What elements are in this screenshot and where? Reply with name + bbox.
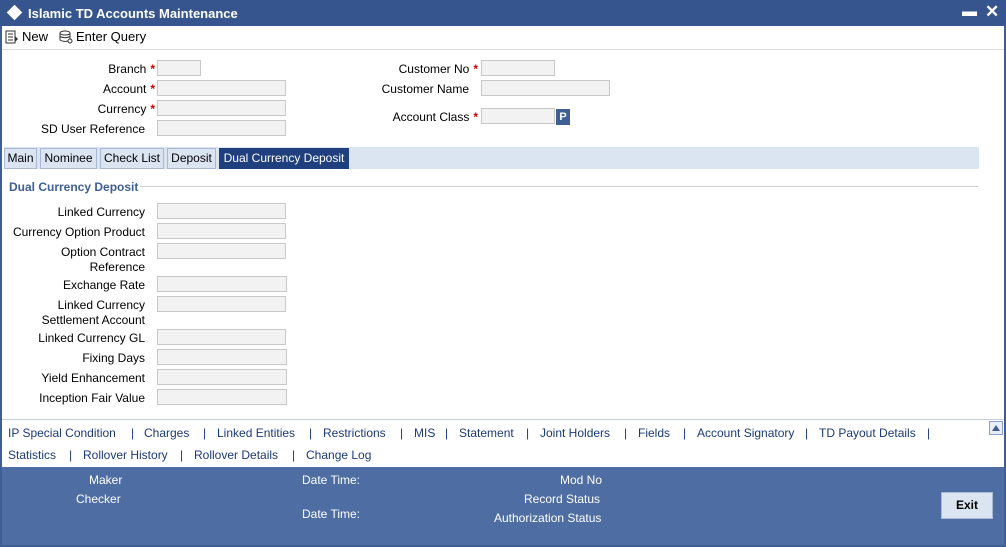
yield-enhancement-label: Yield Enhancement <box>41 371 145 385</box>
link-separator: | <box>624 426 628 440</box>
option-contract-reference-input[interactable] <box>157 243 286 259</box>
maker-label: Maker <box>89 473 123 487</box>
maker-date-time-label: Date Time: <box>302 473 361 487</box>
link-separator: | <box>309 426 313 440</box>
link-separator: | <box>180 448 184 462</box>
link-separator: | <box>805 426 809 440</box>
link-joint-holders[interactable]: Joint Holders <box>540 426 610 440</box>
account-label: Account * <box>102 82 155 96</box>
link-separator: | <box>927 426 931 440</box>
customer-name-input[interactable] <box>481 80 610 96</box>
tab-deposit[interactable]: Deposit <box>167 148 216 169</box>
tab-main[interactable]: Main <box>4 148 37 169</box>
branch-label: Branch * <box>108 62 155 76</box>
new-button[interactable]: New <box>5 29 48 44</box>
audit-footer: Maker Checker Date Time: Date Time: Mod … <box>2 467 1004 545</box>
link-change-log[interactable]: Change Log <box>306 448 371 462</box>
close-icon[interactable]: ✕ <box>985 2 999 22</box>
account-class-input[interactable] <box>481 108 555 124</box>
linked-currency-gl-label: Linked Currency GL <box>38 331 145 345</box>
link-account-signatory[interactable]: Account Signatory <box>697 426 794 440</box>
tab-dual-currency-deposit[interactable]: Dual Currency Deposit <box>219 148 349 169</box>
link-statistics[interactable]: Statistics <box>8 448 56 462</box>
new-label: New <box>22 29 49 44</box>
linked-currency-settlement-account-label: Linked Currency Settlement Account <box>41 298 145 327</box>
exchange-rate-label: Exchange Rate <box>62 278 145 292</box>
new-document-icon <box>5 30 18 43</box>
tab-check-list[interactable]: Check List <box>100 148 164 169</box>
account-input[interactable] <box>157 80 286 96</box>
sd-user-reference-label: SD User Reference <box>40 122 145 136</box>
app-diamond-icon <box>6 4 23 21</box>
enter-query-label: Enter Query <box>76 29 147 44</box>
link-separator: | <box>400 426 404 440</box>
link-rollover-history[interactable]: Rollover History <box>83 448 168 462</box>
window-title: Islamic TD Accounts Maintenance <box>28 6 238 21</box>
account-class-lov-button[interactable]: P <box>556 109 570 125</box>
link-linked-entities[interactable]: Linked Entities <box>217 426 295 440</box>
link-separator: | <box>203 426 207 440</box>
link-separator: | <box>526 426 530 440</box>
currency-label: Currency * <box>97 102 155 116</box>
link-separator: | <box>683 426 687 440</box>
link-restrictions[interactable]: Restrictions <box>323 426 386 440</box>
currency-input[interactable] <box>157 100 286 116</box>
mod-no-label: Mod No <box>560 473 603 487</box>
exit-button[interactable]: Exit <box>941 492 993 519</box>
link-statement[interactable]: Statement <box>459 426 514 440</box>
customer-no-label: Customer No * <box>398 62 478 76</box>
yield-enhancement-input[interactable] <box>157 369 287 385</box>
account-class-label: Account Class * <box>392 110 478 124</box>
option-contract-reference-label: Option Contract Reference <box>60 245 145 274</box>
linked-currency-label: Linked Currency <box>57 205 145 219</box>
section-title: Dual Currency Deposit <box>9 180 139 194</box>
linked-currency-settlement-account-input[interactable] <box>157 296 286 312</box>
query-icon <box>59 30 73 43</box>
currency-option-product-input[interactable] <box>157 223 286 239</box>
link-ip-special-condition[interactable]: IP Special Condition <box>8 426 116 440</box>
sd-user-reference-input[interactable] <box>157 120 286 136</box>
currency-option-product-label: Currency Option Product <box>12 225 145 239</box>
link-fields[interactable]: Fields <box>638 426 670 440</box>
section-divider <box>140 186 978 187</box>
link-separator: | <box>445 426 449 440</box>
fixing-days-label: Fixing Days <box>82 351 145 365</box>
tab-nominee[interactable]: Nominee <box>40 148 97 169</box>
subsystem-links-panel: IP Special Condition | Charges | Linked … <box>2 419 1004 465</box>
linked-currency-input[interactable] <box>157 203 286 219</box>
record-status-label: Record Status <box>524 492 601 506</box>
inception-fair-value-input[interactable] <box>157 389 287 405</box>
fixing-days-input[interactable] <box>157 349 287 365</box>
inception-fair-value-label: Inception Fair Value <box>39 391 145 405</box>
link-rollover-details[interactable]: Rollover Details <box>194 448 278 462</box>
checker-date-time-label: Date Time: <box>302 507 361 521</box>
link-separator: | <box>69 448 73 462</box>
link-separator: | <box>131 426 135 440</box>
link-mis[interactable]: MIS <box>414 426 435 440</box>
title-bar: Islamic TD Accounts Maintenance ▬ ✕ <box>0 0 1006 26</box>
exchange-rate-input[interactable] <box>157 276 287 292</box>
link-separator: | <box>292 448 296 462</box>
minimize-icon[interactable]: ▬ <box>962 2 977 22</box>
customer-no-input[interactable] <box>481 60 555 76</box>
enter-query-button[interactable]: Enter Query <box>59 29 146 44</box>
toolbar: New Enter Query <box>2 26 1004 50</box>
scroll-up-arrow-icon[interactable] <box>989 421 1003 435</box>
link-td-payout-details[interactable]: TD Payout Details <box>819 426 916 440</box>
checker-label: Checker <box>76 492 121 506</box>
customer-name-label: Customer Name <box>381 82 469 96</box>
tab-bar: Main Nominee Check List Deposit Dual Cur… <box>4 147 979 169</box>
link-charges[interactable]: Charges <box>144 426 189 440</box>
authorization-status-label: Authorization Status <box>494 511 602 525</box>
branch-input[interactable] <box>157 60 201 76</box>
linked-currency-gl-input[interactable] <box>157 329 286 345</box>
